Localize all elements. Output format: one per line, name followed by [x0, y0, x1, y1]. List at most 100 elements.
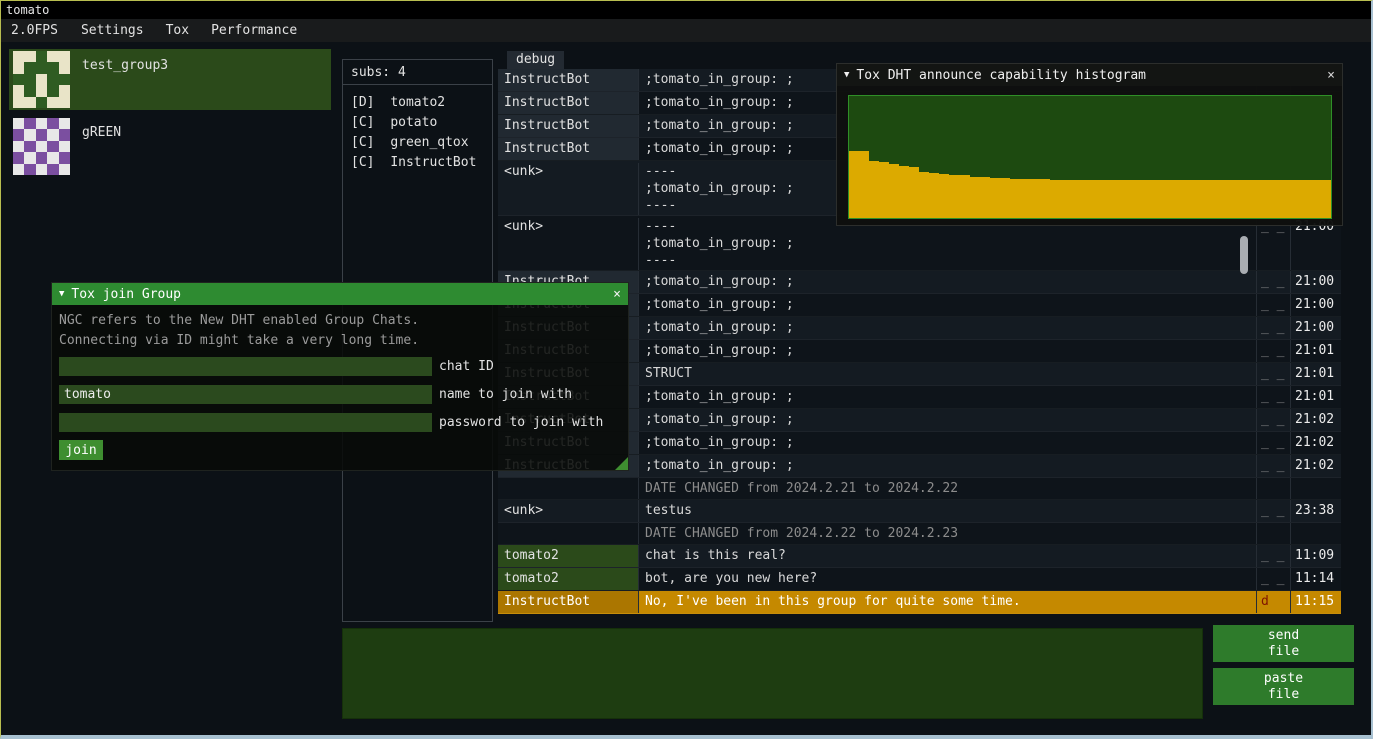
join-fields: chat ID name to join with password to jo…	[59, 357, 628, 432]
member-item-green_qtox[interactable]: [C] green_qtox	[351, 133, 492, 153]
histogram-bar	[1211, 180, 1221, 218]
tab-debug[interactable]: debug	[507, 51, 564, 69]
message-time: 11:15	[1290, 591, 1341, 613]
message-text: No, I've been in this group for quite so…	[638, 591, 1256, 613]
histogram-bar	[1120, 180, 1130, 218]
close-icon[interactable]: ×	[1327, 68, 1335, 83]
histogram-bar	[1251, 180, 1261, 218]
histogram-bar	[1000, 178, 1010, 218]
message-flags: _ _	[1256, 455, 1290, 477]
message-input[interactable]	[342, 628, 1203, 719]
collapse-arrow-icon[interactable]: ▼	[844, 70, 849, 80]
avatar-pixel	[47, 129, 58, 140]
avatar-pixel	[13, 152, 24, 163]
message-text: chat is this real?	[638, 545, 1256, 567]
join-field-input[interactable]	[59, 385, 432, 404]
message-text: bot, are you new here?	[638, 568, 1256, 590]
message-flags	[1256, 478, 1290, 499]
avatar-pixel	[13, 118, 24, 129]
histogram-window-titlebar[interactable]: ▼ Tox DHT announce capability histogram …	[837, 64, 1342, 86]
menu-item-label: Performance	[211, 23, 297, 38]
histogram-bar	[1090, 180, 1100, 218]
chat-message-row[interactable]: <unk> testus _ _ 23:38	[498, 500, 1341, 523]
chat-message-row[interactable]: tomato2 chat is this real? _ _ 11:09	[498, 545, 1341, 568]
join-field-label: name to join with	[439, 387, 572, 402]
avatar-pixel	[13, 51, 24, 62]
chat-message-row[interactable]: tomato2 bot, are you new here? _ _ 11:14	[498, 568, 1341, 591]
join-field-input[interactable]	[59, 413, 432, 432]
dht-histogram-window: ▼ Tox DHT announce capability histogram …	[836, 63, 1343, 226]
join-field-label: chat ID	[439, 359, 494, 374]
window-titlebar[interactable]: tomato	[1, 1, 1371, 19]
join-field-input[interactable]	[59, 357, 432, 376]
member-item-potato[interactable]: [C] potato	[351, 113, 492, 133]
join-field-row: chat ID	[59, 357, 628, 376]
join-group-window: ▼ Tox join Group × NGC refers to the New…	[51, 282, 629, 471]
message-flags: d	[1256, 591, 1290, 613]
avatar-pixel	[24, 129, 35, 140]
join-window-body: NGC refers to the New DHT enabled Group …	[52, 305, 628, 470]
avatar-pixel	[13, 97, 24, 108]
sidebar-group-gREEN[interactable]: gREEN	[9, 116, 331, 177]
menu-bar: 2.0FPS Settings Tox Performance	[1, 19, 1371, 42]
avatar-pixel	[24, 74, 35, 85]
member-item-InstructBot[interactable]: [C] InstructBot	[351, 153, 492, 173]
avatar-pixel	[36, 62, 47, 73]
message-text: ;tomato_in_group: ;	[638, 340, 1256, 362]
avatar-pixel	[36, 152, 47, 163]
message-flags: _ _	[1256, 409, 1290, 431]
histogram-bar	[1201, 180, 1211, 218]
menu-item-settings[interactable]: Settings	[70, 19, 155, 42]
menu-item-performance[interactable]: Performance	[200, 19, 308, 42]
avatar-pixel	[36, 51, 47, 62]
message-time: 21:02	[1290, 409, 1341, 431]
join-button[interactable]: join	[59, 440, 103, 460]
peer-name	[498, 523, 638, 544]
chat-scrollbar-thumb[interactable]	[1240, 236, 1248, 274]
avatar-pixel	[24, 62, 35, 73]
member-name: potato	[390, 115, 437, 130]
message-text: ;tomato_in_group: ;	[638, 455, 1256, 477]
histogram-bar	[1301, 180, 1311, 218]
avatar-pixel	[13, 164, 24, 175]
member-name: green_qtox	[390, 135, 468, 150]
histogram-bar	[859, 151, 869, 218]
message-text: DATE CHANGED from 2024.2.22 to 2024.2.23	[638, 523, 1256, 544]
close-icon[interactable]: ×	[613, 287, 621, 302]
message-text: testus	[638, 500, 1256, 522]
send-file-button[interactable]: send file	[1213, 625, 1354, 662]
histogram-bar	[889, 164, 899, 218]
message-flags: _ _	[1256, 363, 1290, 385]
collapse-arrow-icon[interactable]: ▼	[59, 289, 64, 299]
message-text: ;tomato_in_group: ;	[638, 294, 1256, 316]
histogram-bar	[909, 167, 919, 218]
avatar-pixel	[13, 62, 24, 73]
chat-message-row[interactable]: InstructBot No, I've been in this group …	[498, 591, 1341, 614]
histogram-bar	[1010, 179, 1020, 218]
message-flags: _ _	[1256, 545, 1290, 567]
avatar-pixel	[59, 164, 70, 175]
sidebar-group-test_group3[interactable]: test_group3	[9, 49, 331, 110]
avatar-pixel	[36, 129, 47, 140]
menu-item-tox[interactable]: Tox	[155, 19, 200, 42]
histogram-bar	[1030, 179, 1040, 218]
member-connection-tag: [D]	[351, 95, 374, 110]
histogram-bar	[1221, 180, 1231, 218]
join-window-title: Tox join Group	[71, 287, 605, 302]
join-window-titlebar[interactable]: ▼ Tox join Group ×	[52, 283, 628, 305]
message-text: ;tomato_in_group: ;	[638, 271, 1256, 293]
join-description-line2: Connecting via ID might take a very long…	[59, 331, 628, 351]
paste-file-button[interactable]: paste file	[1213, 668, 1354, 705]
message-flags: _ _	[1256, 271, 1290, 293]
resize-grip-icon[interactable]	[615, 457, 628, 470]
group-name: gREEN	[82, 125, 121, 177]
histogram-bar	[1311, 180, 1321, 218]
date-changed-row: DATE CHANGED from 2024.2.22 to 2024.2.23	[498, 523, 1341, 545]
member-item-tomato2[interactable]: [D] tomato2	[351, 93, 492, 113]
avatar-pixel	[59, 85, 70, 96]
avatar-pixel	[24, 141, 35, 152]
avatar-pixel	[59, 152, 70, 163]
avatar-pixel	[47, 62, 58, 73]
histogram-bar	[1100, 180, 1110, 218]
histogram-bar	[1060, 180, 1070, 218]
